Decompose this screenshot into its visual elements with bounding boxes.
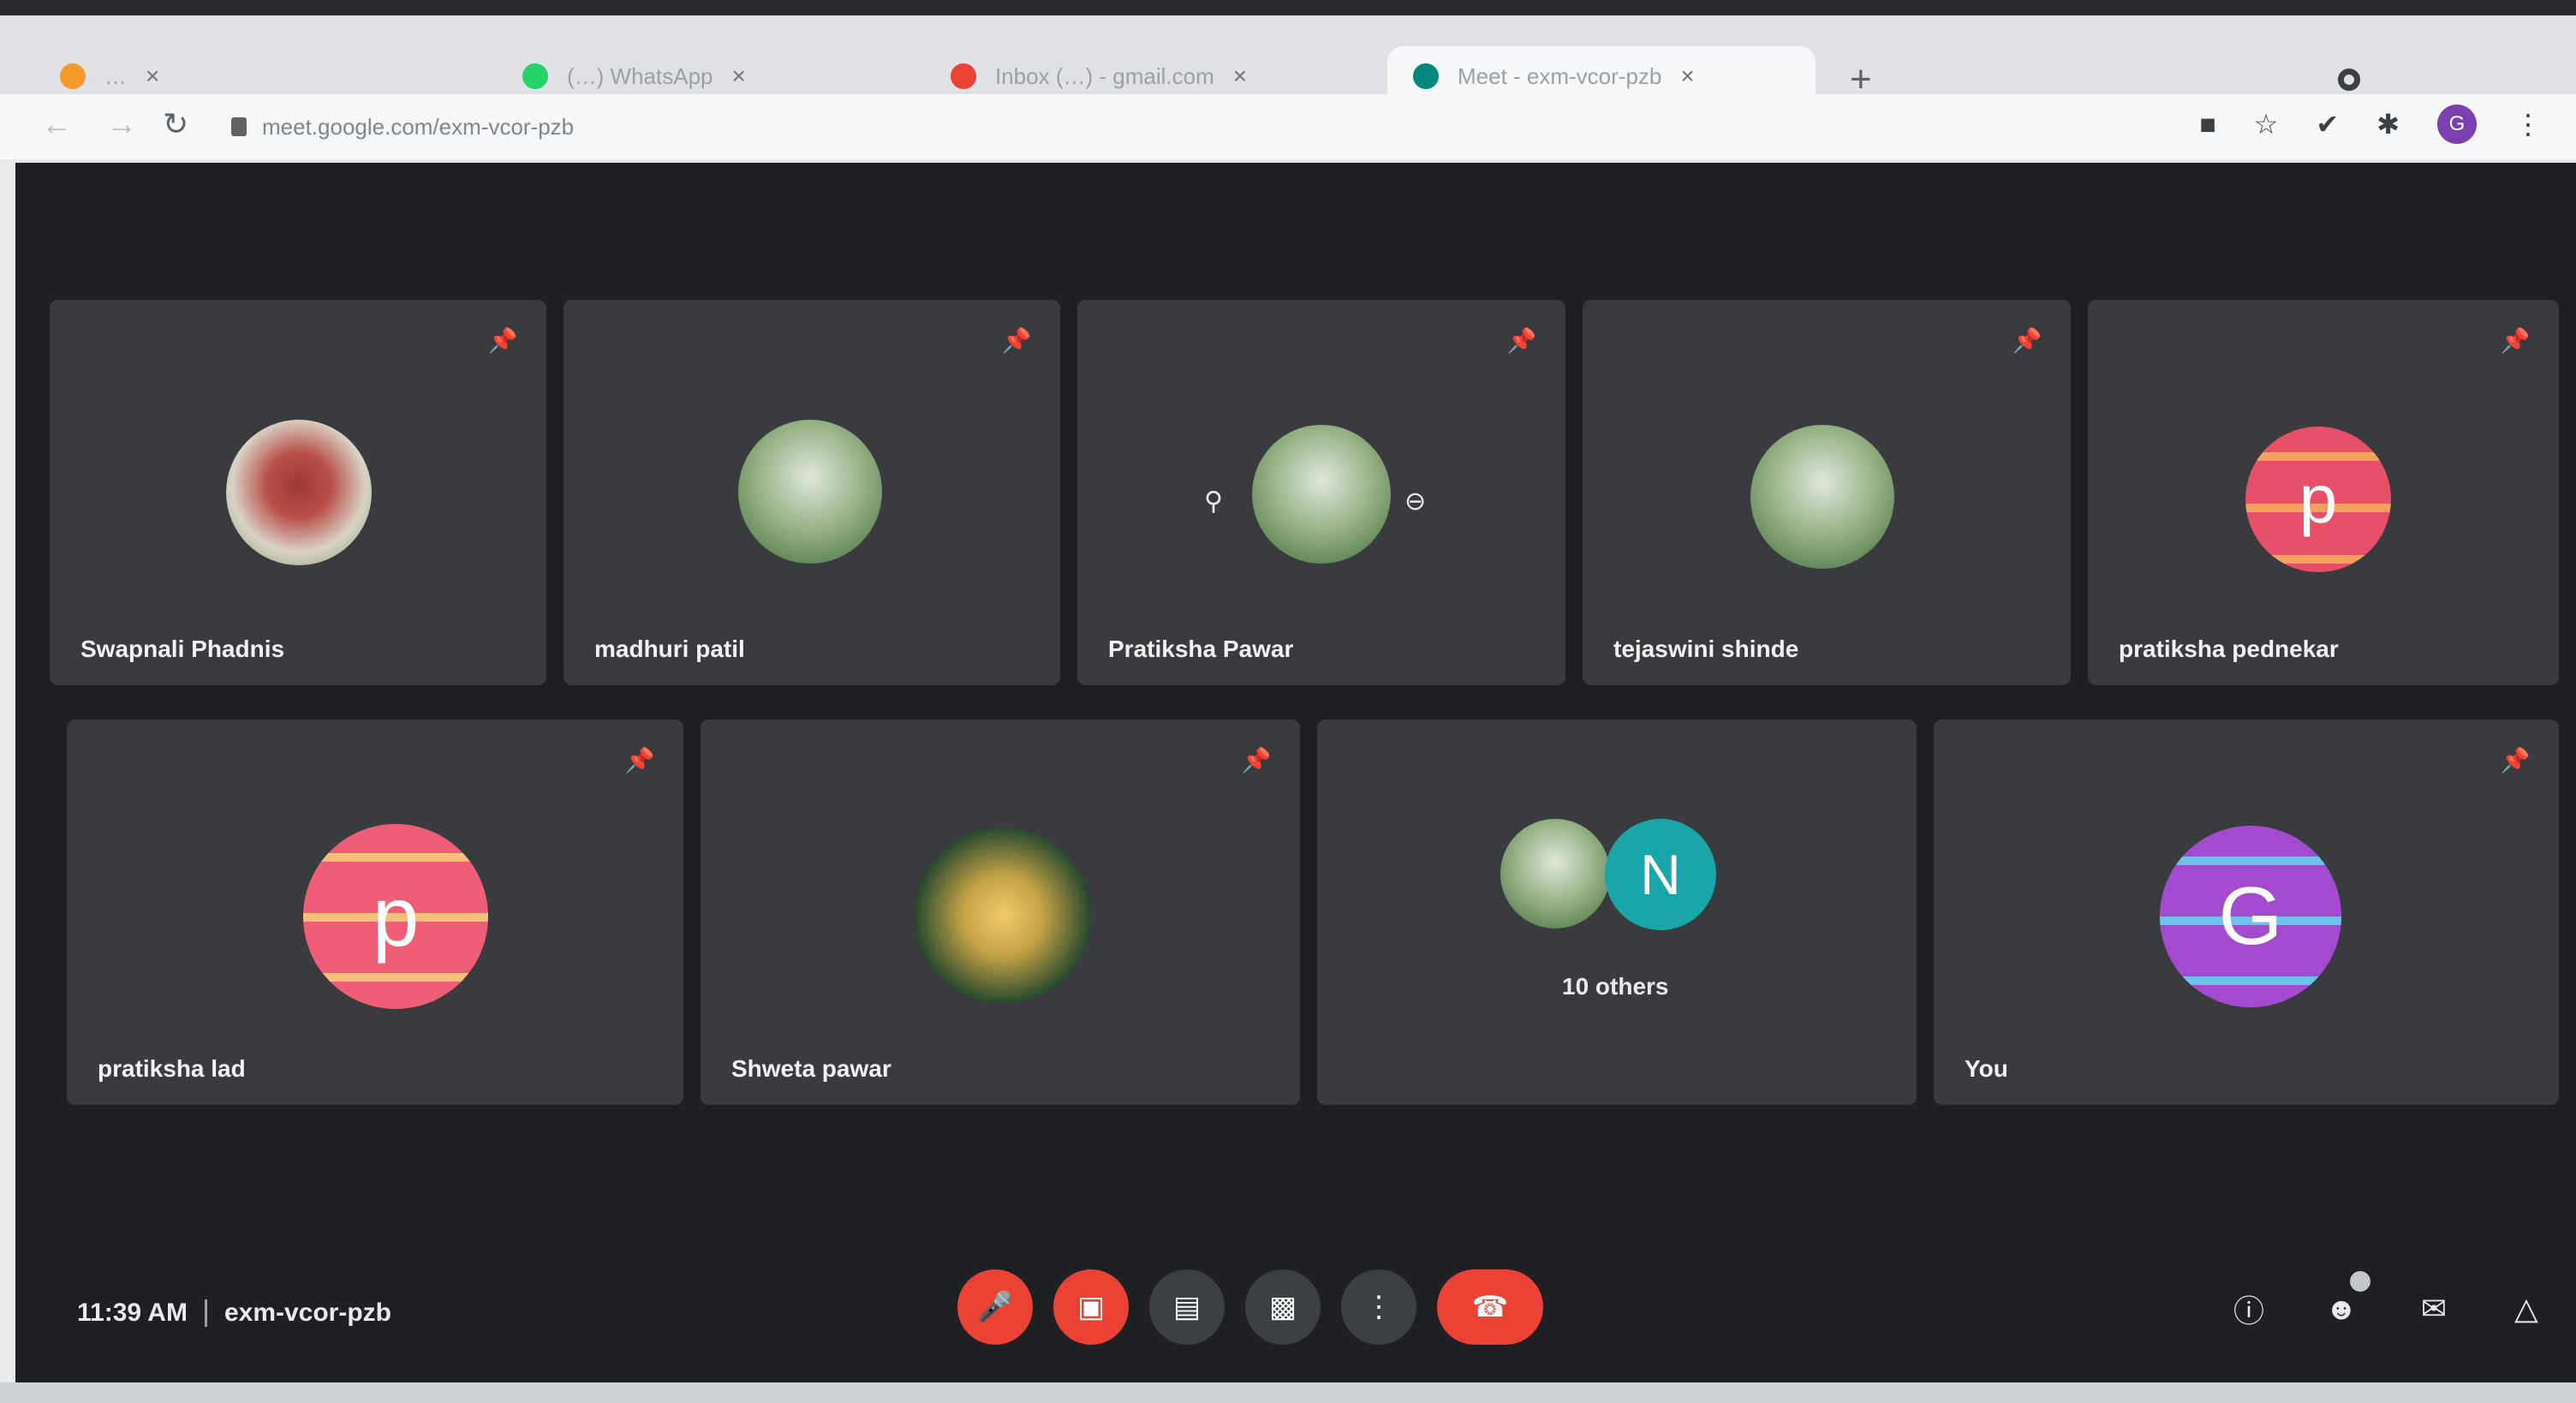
end-call-icon: ☎: [1471, 1291, 1509, 1323]
participant-avatar: [915, 827, 1091, 1004]
participant-avatar: [1750, 425, 1894, 569]
participant-tile[interactable]: 📌 p pratiksha pednekar: [2088, 300, 2559, 685]
camera-indicator-icon[interactable]: ■: [2199, 109, 2215, 140]
others-avatar: [1500, 819, 1610, 928]
mic-toggle-button[interactable]: 🎤: [957, 1269, 1033, 1345]
pin-icon[interactable]: 📌: [2501, 745, 2531, 774]
present-icon: ▩: [1268, 1291, 1297, 1323]
check-extension-icon[interactable]: ✔: [2316, 108, 2339, 140]
others-tile[interactable]: N 10 others: [1317, 719, 1917, 1105]
record-icon[interactable]: [2338, 69, 2360, 91]
participant-name: Swapnali Phadnis: [80, 636, 285, 662]
tab-favicon-icon: [60, 63, 86, 89]
present-button[interactable]: ▩: [1245, 1269, 1321, 1345]
tab-close-icon[interactable]: ×: [1233, 63, 1247, 90]
participant-tile[interactable]: 📌 Swapnali Phadnis: [50, 300, 546, 685]
self-tile[interactable]: 📌 G You: [1934, 719, 2559, 1105]
meeting-side-controls: ⓘ ☻ ✉ △: [2225, 1271, 2550, 1333]
self-avatar: G: [2160, 826, 2341, 1007]
captions-icon: ▤: [1172, 1291, 1202, 1323]
lock-icon: [231, 117, 247, 136]
info-icon[interactable]: ⓘ: [2225, 1285, 2273, 1333]
participant-avatar: p: [303, 824, 488, 1009]
pin-hover-icon[interactable]: ⚲: [1204, 487, 1223, 516]
more-options-button[interactable]: ⋮: [1341, 1269, 1416, 1345]
bookmark-star-icon[interactable]: ☆: [2254, 108, 2279, 140]
pin-icon[interactable]: 📌: [2501, 325, 2531, 355]
browser-tab-strip: … × (…) WhatsApp × Inbox (…) - gmail.com…: [0, 0, 2576, 106]
remove-icon[interactable]: ⊖: [1404, 487, 1426, 516]
participant-avatar: p: [2245, 427, 2391, 572]
chat-icon[interactable]: ✉: [2410, 1285, 2458, 1333]
tab-title: …: [104, 63, 127, 89]
os-taskbar: [0, 1382, 2576, 1403]
participant-name: Shweta pawar: [731, 1055, 891, 1082]
participant-tile[interactable]: 📌 p pratiksha lad: [67, 719, 683, 1105]
camera-off-icon: ▣: [1076, 1291, 1106, 1323]
pin-icon[interactable]: 📌: [1242, 745, 1272, 774]
participant-count-badge: [2350, 1271, 2370, 1292]
people-icon[interactable]: ☻: [2317, 1271, 2370, 1333]
more-vert-icon: ⋮: [1364, 1291, 1393, 1323]
forward-icon[interactable]: →: [106, 106, 137, 142]
tab-favicon-icon: [522, 63, 548, 89]
meeting-code: exm-vcor-pzb: [224, 1299, 391, 1327]
meeting-info: 11:39 AM exm-vcor-pzb: [77, 1299, 391, 1328]
pin-icon[interactable]: 📌: [1002, 325, 1032, 355]
meeting-controls-bar: 11:39 AM exm-vcor-pzb 🎤 ▣ ▤ ▩ ⋮ ☎ ⓘ ☻ ✉ …: [15, 1251, 2576, 1379]
pin-icon[interactable]: 📌: [1507, 325, 1537, 355]
others-letter-avatar: N: [1605, 819, 1716, 930]
tab-title: (…) WhatsApp: [567, 63, 713, 89]
tab-title: Meet - exm-vcor-pzb: [1458, 63, 1662, 89]
participant-name: tejaswini shinde: [1613, 636, 1799, 662]
participant-tile[interactable]: 📌 ⚲ ⊖ Pratiksha Pawar: [1077, 300, 1565, 685]
pin-icon[interactable]: 📌: [488, 325, 518, 355]
others-count-label: 10 others: [1562, 973, 1669, 1000]
camera-toggle-button[interactable]: ▣: [1053, 1269, 1129, 1345]
extension-icons: ■ ☆ ✔ ✱ G ⋮: [2199, 104, 2542, 144]
pin-icon[interactable]: 📌: [625, 745, 655, 774]
tab-title: Inbox (…) - gmail.com: [995, 63, 1214, 89]
participant-avatar: [1252, 425, 1391, 564]
puzzle-extension-icon[interactable]: ✱: [2376, 108, 2400, 140]
participant-tile[interactable]: 📌 madhuri patil: [564, 300, 1060, 685]
browser-menu-icon[interactable]: ⋮: [2514, 108, 2542, 140]
participant-name: Pratiksha Pawar: [1108, 636, 1294, 662]
end-call-button[interactable]: ☎: [1437, 1269, 1543, 1345]
tab-favicon-icon: [951, 63, 976, 89]
participant-tile[interactable]: 📌 Shweta pawar: [701, 719, 1300, 1105]
activities-icon[interactable]: △: [2502, 1285, 2550, 1333]
participant-name: madhuri patil: [594, 636, 745, 662]
participant-avatar: [738, 420, 882, 564]
meeting-time: 11:39 AM: [77, 1299, 188, 1327]
captions-button[interactable]: ▤: [1149, 1269, 1225, 1345]
reload-icon[interactable]: ↻: [163, 106, 188, 142]
browser-toolbar: ← → ↻ meet.google.com/exm-vcor-pzb ■ ☆ ✔…: [0, 94, 2576, 159]
tab-close-icon[interactable]: ×: [732, 63, 746, 90]
participant-name: pratiksha lad: [98, 1055, 246, 1082]
participant-name: pratiksha pednekar: [2119, 636, 2339, 662]
divider: [204, 1299, 207, 1327]
tab-close-icon[interactable]: ×: [146, 63, 159, 90]
tab-favicon-icon: [1413, 63, 1439, 89]
url-text: meet.google.com/exm-vcor-pzb: [262, 113, 575, 140]
profile-avatar[interactable]: G: [2437, 104, 2477, 144]
tab-close-icon[interactable]: ×: [1680, 63, 1694, 90]
participant-avatar: [226, 420, 372, 565]
address-bar[interactable]: meet.google.com/exm-vcor-pzb: [231, 103, 2150, 151]
back-icon[interactable]: ←: [41, 106, 72, 142]
mic-off-icon: 🎤: [976, 1291, 1014, 1323]
pin-icon[interactable]: 📌: [2012, 325, 2042, 355]
participant-tile[interactable]: 📌 tejaswini shinde: [1583, 300, 2071, 685]
participant-name: You: [1965, 1055, 2008, 1082]
meet-stage: 📌 Swapnali Phadnis 📌 madhuri patil 📌 ⚲ ⊖…: [15, 163, 2576, 1383]
